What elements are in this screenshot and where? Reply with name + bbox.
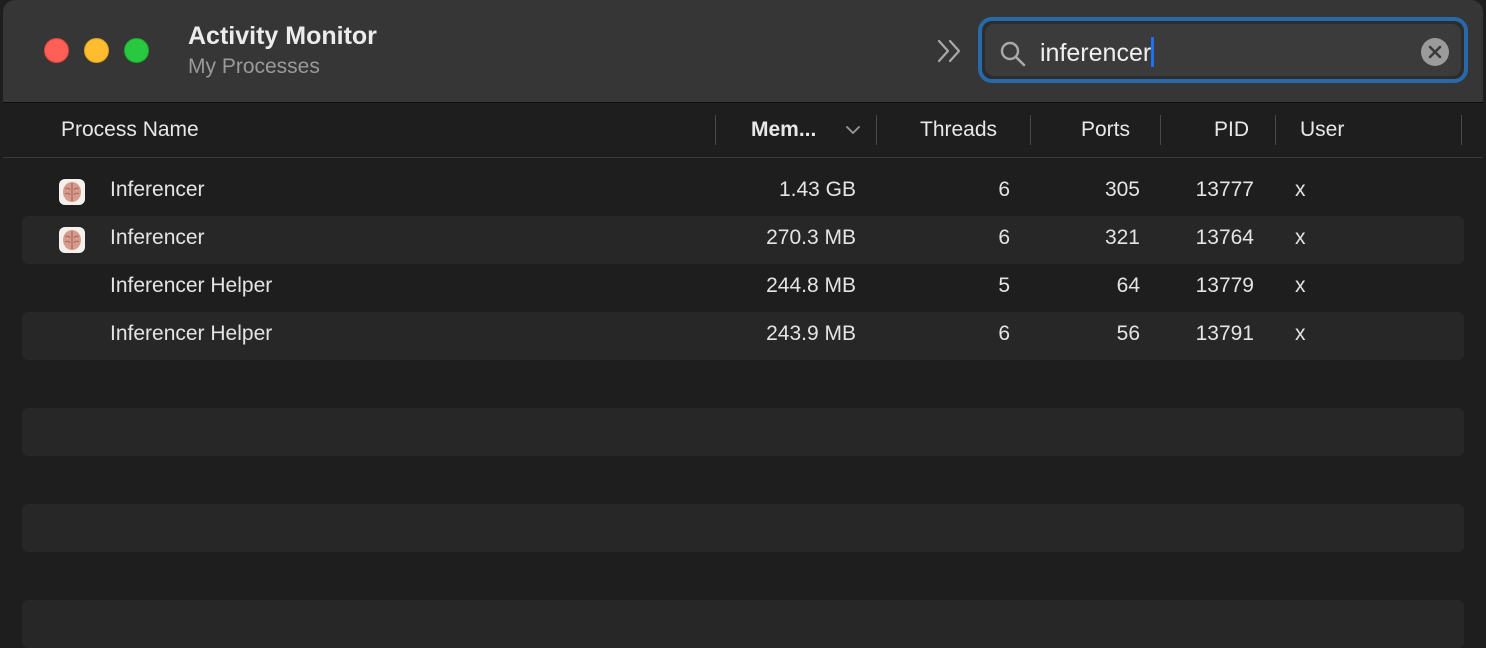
empty-table-row [22, 552, 1464, 600]
toolbar-overflow-button[interactable] [933, 36, 969, 66]
process-pid: 13779 [1195, 274, 1254, 297]
empty-table-row [22, 456, 1464, 504]
table-row[interactable]: Inferencer 1.43 GB 6 305 13777 x [22, 168, 1464, 216]
column-divider[interactable] [1461, 115, 1462, 145]
column-divider[interactable] [876, 115, 877, 145]
process-user: x [1295, 178, 1306, 201]
column-header-user[interactable]: User [1300, 118, 1344, 142]
column-divider[interactable] [715, 115, 716, 145]
toolbar: Activity Monitor My Processes inferencer [3, 0, 1483, 103]
search-input-value: inferencer [1040, 39, 1152, 67]
empty-table-row [22, 504, 1464, 552]
activity-monitor-window: Activity Monitor My Processes inferencer [0, 0, 1486, 648]
column-header-threads[interactable]: Threads [920, 118, 997, 142]
search-field[interactable]: inferencer [978, 17, 1468, 83]
table-row[interactable]: Inferencer Helper 244.8 MB 5 64 13779 x [22, 264, 1464, 312]
process-pid: 13764 [1195, 226, 1254, 249]
clear-search-button[interactable] [1421, 38, 1449, 66]
column-header-memory[interactable]: Mem... [751, 118, 816, 142]
process-threads: 6 [998, 322, 1010, 345]
process-memory: 1.43 GB [778, 178, 856, 201]
column-divider[interactable] [1030, 115, 1031, 145]
process-ports: 321 [1104, 226, 1140, 249]
text-caret [1151, 37, 1155, 67]
column-divider[interactable] [1275, 115, 1276, 145]
window-title: Activity Monitor [188, 22, 377, 50]
process-pid: 13791 [1195, 322, 1254, 345]
process-name: Inferencer Helper [110, 274, 273, 297]
table-header: Process Name Mem... Threads Ports PID Us… [3, 103, 1483, 158]
close-window-button[interactable] [44, 38, 69, 63]
process-user: x [1295, 322, 1306, 345]
process-name: Inferencer [110, 178, 205, 201]
process-ports: 305 [1104, 178, 1140, 201]
process-user: x [1295, 226, 1306, 249]
brain-app-icon [59, 227, 85, 253]
process-threads: 5 [998, 274, 1010, 297]
process-memory: 244.8 MB [766, 274, 856, 297]
column-header-ports[interactable]: Ports [1081, 118, 1130, 142]
table-row[interactable]: Inferencer 270.3 MB 6 321 13764 x [22, 216, 1464, 264]
empty-table-row [22, 600, 1464, 648]
empty-table-row [22, 360, 1464, 408]
table-row[interactable]: Inferencer Helper 243.9 MB 6 56 13791 x [22, 312, 1464, 360]
process-memory: 270.3 MB [766, 226, 856, 249]
empty-table-row [22, 408, 1464, 456]
process-name: Inferencer [110, 226, 205, 249]
process-ports: 56 [1116, 322, 1140, 345]
brain-app-icon [59, 179, 85, 205]
clear-circle-x-icon [1428, 45, 1442, 59]
column-header-process-name[interactable]: Process Name [61, 118, 199, 142]
process-memory: 243.9 MB [766, 322, 856, 345]
double-chevron-right-icon [937, 39, 961, 63]
search-field-inner: inferencer [985, 24, 1461, 76]
process-threads: 6 [998, 178, 1010, 201]
column-divider[interactable] [1160, 115, 1161, 145]
process-name: Inferencer Helper [110, 322, 273, 345]
process-user: x [1295, 274, 1306, 297]
process-threads: 6 [998, 226, 1010, 249]
search-input[interactable]: inferencer [1040, 37, 1155, 68]
minimize-window-button[interactable] [84, 38, 109, 63]
process-table: Inferencer 1.43 GB 6 305 13777 x Inferen… [22, 168, 1464, 648]
column-header-pid[interactable]: PID [1214, 118, 1249, 142]
process-pid: 13777 [1195, 178, 1254, 201]
zoom-window-button[interactable] [124, 38, 149, 63]
chevron-down-icon[interactable] [846, 125, 860, 135]
magnifying-glass-icon [1000, 41, 1026, 67]
process-ports: 64 [1116, 274, 1140, 297]
window-subtitle: My Processes [188, 55, 320, 78]
